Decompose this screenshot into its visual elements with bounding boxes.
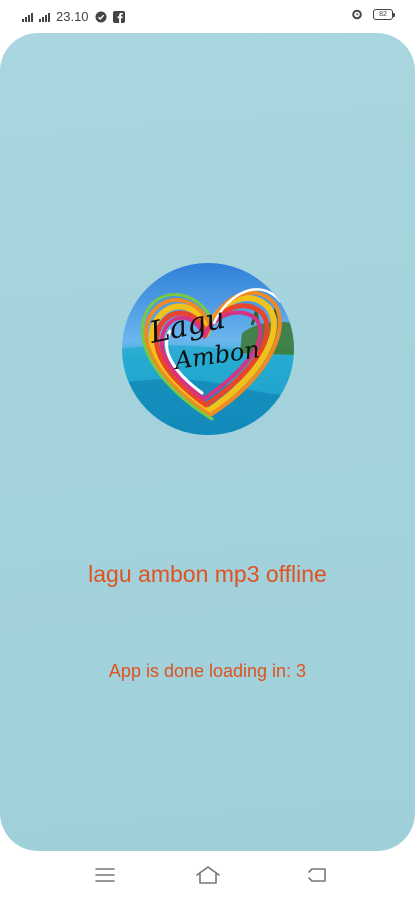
status-right: 82 (351, 8, 395, 20)
navigation-bar (0, 851, 415, 900)
menu-icon (95, 868, 115, 882)
home-icon (196, 866, 220, 884)
signal-icon (39, 12, 50, 22)
notification-icon (95, 11, 107, 22)
status-time: 23.10 (56, 9, 89, 24)
status-left: 23.10 (22, 9, 125, 24)
battery-level: 82 (379, 10, 387, 18)
splash-screen: Lagu Ambon lagu ambon mp3 offline App is… (0, 33, 415, 851)
app-logo: Lagu Ambon (122, 263, 294, 435)
home-button[interactable] (194, 863, 222, 887)
app-title: lagu ambon mp3 offline (88, 561, 327, 587)
menu-button[interactable] (91, 863, 119, 887)
alarm-icon (352, 9, 362, 20)
facebook-icon (112, 10, 125, 23)
signal-icon (22, 12, 33, 22)
loading-status: App is done loading in: 3 (108, 661, 307, 681)
back-icon (308, 868, 326, 882)
status-bar: 23.10 82 (0, 0, 415, 32)
battery-icon: 82 (373, 8, 395, 20)
back-button[interactable] (303, 863, 331, 887)
logo-image: Lagu Ambon (122, 263, 294, 435)
